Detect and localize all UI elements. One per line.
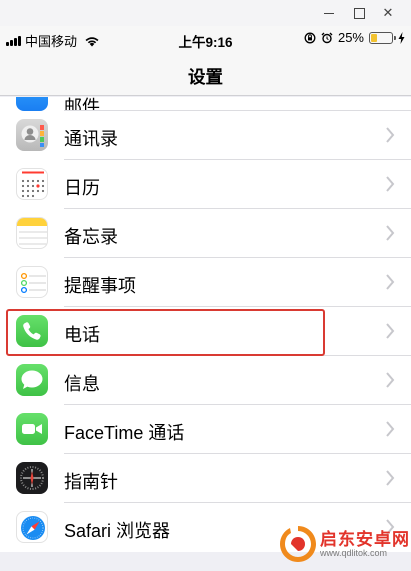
chevron-right-icon — [386, 274, 395, 290]
settings-row-label: 日历 — [64, 178, 100, 198]
settings-row-label: 指南针 — [64, 472, 118, 492]
watermark: 启东安卓网 www.qdlitok.com — [276, 516, 411, 571]
settings-list: 邮件 通讯录 日历 备忘录 提醒事项 电话 信息 FaceTime 通话 指南针… — [0, 97, 411, 552]
page-title: 设置 — [188, 67, 223, 87]
settings-row-label: 邮件 — [64, 97, 100, 111]
window-titlebar: ✕ — [0, 0, 411, 26]
settings-row-notes[interactable]: 备忘录 — [0, 209, 411, 258]
settings-row-phone[interactable]: 电话 — [0, 307, 411, 356]
settings-row-label: FaceTime 通话 — [64, 423, 185, 443]
facetime-icon — [16, 413, 48, 445]
settings-row-contacts[interactable]: 通讯录 — [0, 111, 411, 160]
settings-row-messages[interactable]: 信息 — [0, 356, 411, 405]
watermark-url: www.qdlitok.com — [320, 548, 388, 558]
chevron-right-icon — [386, 372, 395, 388]
reminders-icon — [16, 266, 48, 298]
chevron-right-icon — [386, 127, 395, 143]
chevron-right-icon — [386, 323, 395, 339]
settings-row-label: 电话 — [64, 325, 100, 345]
alarm-icon — [321, 32, 333, 43]
mail-icon — [16, 97, 48, 111]
window-minimize-button[interactable] — [322, 6, 336, 20]
status-bar: 中国移动 上午9:16 25% — [0, 26, 411, 52]
notes-icon — [16, 217, 48, 249]
settings-row-reminders[interactable]: 提醒事项 — [0, 258, 411, 307]
settings-row-calendar[interactable]: 日历 — [0, 160, 411, 209]
settings-row-label: Safari 浏览器 — [64, 521, 171, 541]
window-close-button[interactable]: ✕ — [381, 6, 395, 20]
compass-icon — [16, 462, 48, 494]
battery-level-fill — [371, 33, 377, 42]
navigation-bar: 设置 — [0, 52, 411, 96]
watermark-logo-icon — [280, 526, 316, 562]
messages-icon — [16, 364, 48, 396]
settings-row-label: 提醒事项 — [64, 276, 136, 296]
charging-bolt-icon — [398, 31, 405, 44]
watermark-text: 启东安卓网 — [320, 530, 410, 549]
settings-row-label: 备忘录 — [64, 227, 118, 247]
chevron-right-icon — [386, 421, 395, 437]
window-maximize-button[interactable] — [352, 6, 366, 20]
battery-icon — [369, 31, 396, 44]
settings-row-label: 信息 — [64, 374, 100, 394]
battery-percent: 25% — [337, 30, 364, 45]
settings-row-mail[interactable]: 邮件 — [0, 97, 411, 111]
phone-icon — [16, 315, 48, 347]
chevron-right-icon — [386, 225, 395, 241]
safari-icon — [16, 511, 48, 543]
calendar-icon — [16, 168, 48, 200]
chevron-right-icon — [386, 470, 395, 486]
settings-row-compass[interactable]: 指南针 — [0, 454, 411, 503]
settings-row-label: 通讯录 — [64, 129, 118, 149]
settings-row-facetime[interactable]: FaceTime 通话 — [0, 405, 411, 454]
chevron-right-icon — [386, 176, 395, 192]
contacts-icon — [16, 119, 48, 151]
orientation-lock-icon — [304, 32, 316, 43]
